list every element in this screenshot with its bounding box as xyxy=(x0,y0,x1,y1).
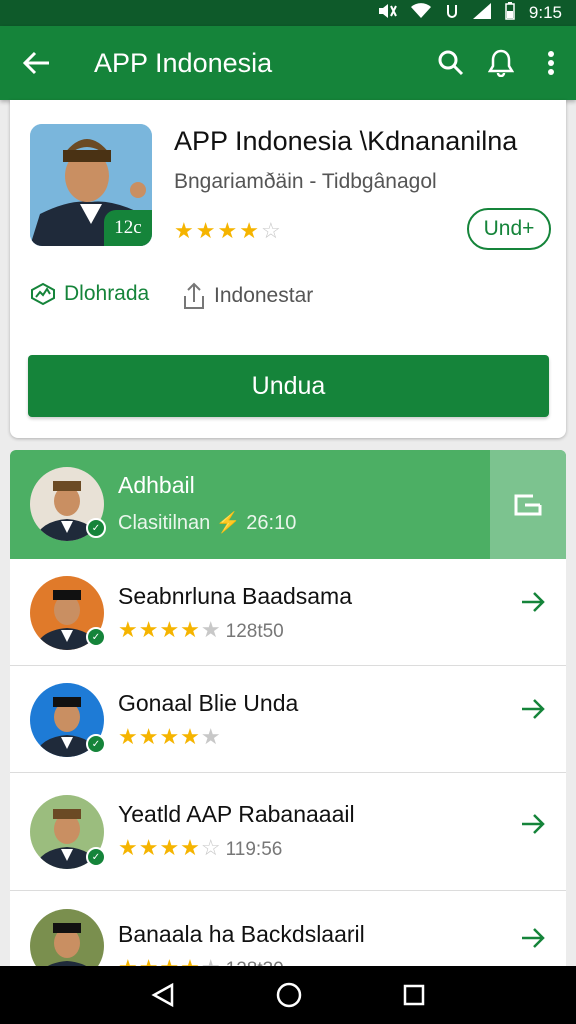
notifications-button[interactable] xyxy=(476,26,526,100)
download-button[interactable]: Undua xyxy=(28,355,549,417)
rating-stars: ★★★★☆ xyxy=(174,218,283,244)
app-list: ✓ Adhbail Clasitilnan ⚡ 26:10 ✓ Seabnrlu… xyxy=(10,450,566,970)
verified-icon: ✓ xyxy=(86,518,106,538)
share-icon xyxy=(184,282,204,309)
data-icon xyxy=(445,3,459,24)
list-item[interactable]: ✓ Yeatld AAP Rabanaaail ★★★★☆ 119:56 xyxy=(10,773,566,891)
list-item-subtitle: Clasitilnan ⚡ 26:10 xyxy=(118,512,297,534)
list-item-highlighted[interactable]: ✓ Adhbail Clasitilnan ⚡ 26:10 xyxy=(10,450,566,559)
rating-count: 119:56 xyxy=(225,839,283,860)
arrow-right-icon[interactable] xyxy=(518,694,548,724)
rating-stars: ★★★★★ 128t50 xyxy=(118,617,284,642)
status-bar: 9:15 xyxy=(0,0,576,26)
verified-icon: ✓ xyxy=(86,734,106,754)
rating-stars: ★★★★☆ 119:56 xyxy=(118,835,283,860)
list-item[interactable]: ✓ Seabnrluna Baadsama ★★★★★ 128t50 xyxy=(10,559,566,666)
back-button[interactable] xyxy=(0,26,74,100)
app-title: APP Indonesia xyxy=(94,47,273,78)
arrow-left-icon xyxy=(23,51,49,75)
app-name: APP Indonesia \Kdnananilna xyxy=(174,126,518,156)
list-item-title: Banaala ha Backdslaaril xyxy=(118,921,365,947)
app-detail-card: 12c APP Indonesia \Kdnananilna Bngariamð… xyxy=(10,100,566,438)
more-vert-icon xyxy=(548,51,554,75)
update-chip-button[interactable]: Und+ xyxy=(467,208,551,250)
home-circle-icon[interactable] xyxy=(275,981,303,1009)
search-icon xyxy=(438,50,464,76)
bell-icon xyxy=(488,49,514,77)
back-triangle-icon[interactable] xyxy=(150,982,176,1008)
list-item[interactable]: Banaala ha Backdslaaril ★★★★★ 128t30 xyxy=(10,891,566,970)
chart-badge-icon xyxy=(31,282,55,306)
app-developer: Bngariamðäin - Tidbgânagol xyxy=(174,170,437,193)
open-button[interactable] xyxy=(490,450,566,559)
search-button[interactable] xyxy=(426,26,476,100)
star-icon: ★ xyxy=(217,218,240,243)
arrow-right-icon[interactable] xyxy=(518,923,548,953)
signal-icon xyxy=(472,2,491,24)
region-link[interactable]: Indonestar xyxy=(182,282,313,310)
star-outline-icon: ☆ xyxy=(260,218,283,243)
app-bar: APP Indonesia xyxy=(0,26,576,100)
battery-icon xyxy=(505,1,515,25)
list-item-title: Yeatld AAP Rabanaaail xyxy=(118,801,355,827)
rating-count: 128t50 xyxy=(225,621,284,642)
region-label: Indonestar xyxy=(214,284,314,307)
app-icon-image: 12c xyxy=(30,124,152,246)
arrow-right-icon[interactable] xyxy=(518,587,548,617)
list-item-title: Adhbail xyxy=(118,472,195,498)
verified-icon: ✓ xyxy=(86,627,106,647)
list-item-title: Gonaal Blie Unda xyxy=(118,690,299,716)
wifi-icon xyxy=(410,2,431,24)
avatar xyxy=(30,909,104,970)
open-box-icon xyxy=(514,494,542,515)
star-icon: ★ xyxy=(239,218,261,243)
star-icon: ★ xyxy=(174,218,196,243)
verified-icon: ✓ xyxy=(86,847,106,867)
star-icon: ★ xyxy=(195,218,218,243)
mute-icon xyxy=(377,3,397,23)
app-icon-badge: 12c xyxy=(104,210,152,246)
system-nav-bar xyxy=(0,966,576,1024)
list-item-title: Seabnrluna Baadsama xyxy=(118,583,352,609)
list-item[interactable]: ✓ Gonaal Blie Unda ★★★★★ xyxy=(10,666,566,773)
category-label: Dlohrada xyxy=(64,282,150,305)
more-button[interactable] xyxy=(526,26,576,100)
arrow-right-icon[interactable] xyxy=(518,809,548,839)
category-link[interactable]: Dlohrada xyxy=(30,282,149,306)
recents-square-icon[interactable] xyxy=(402,983,426,1007)
clock: 9:15 xyxy=(528,3,562,22)
rating-stars: ★★★★★ xyxy=(118,724,222,749)
